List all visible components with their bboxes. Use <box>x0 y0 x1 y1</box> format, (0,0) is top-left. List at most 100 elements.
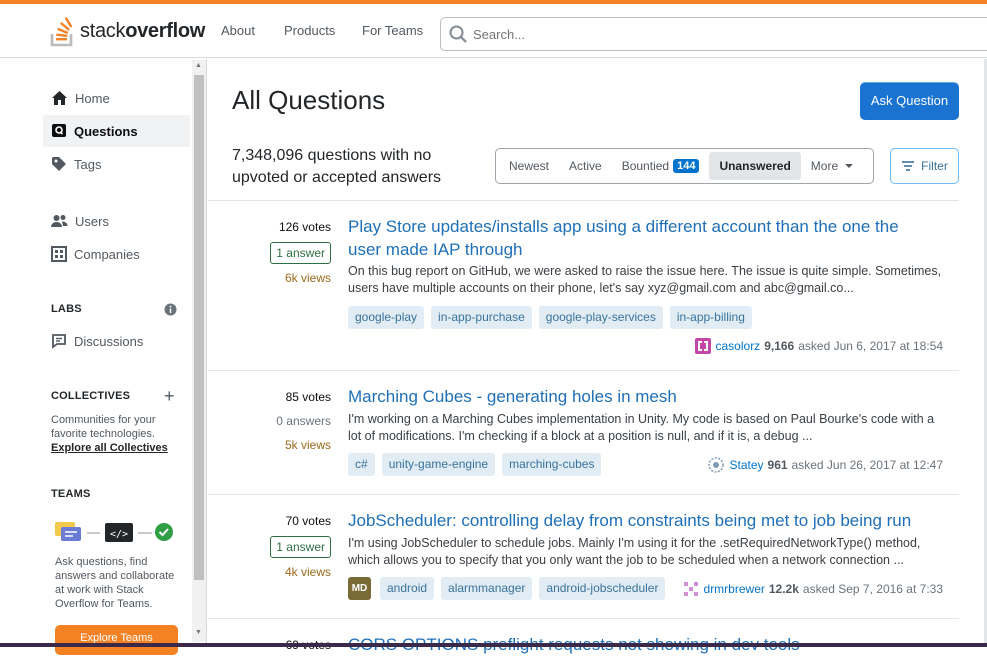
user-name-link[interactable]: drmrbrewer <box>704 582 765 596</box>
question-stats: 85 votes 0 answers 5k views <box>208 388 331 460</box>
user-reputation: 9,166 <box>764 339 795 353</box>
user-card: casolorz 9,166 asked Jun 6, 2017 at 18:5… <box>694 338 943 354</box>
tag-in-app-billing[interactable]: in-app-billing <box>669 306 752 329</box>
asked-time: asked Jun 6, 2017 at 18:54 <box>798 339 943 353</box>
view-count: 4k views <box>284 565 331 579</box>
tag-alarmmanager[interactable]: alarmmanager <box>441 577 533 600</box>
user-avatar-icon[interactable] <box>708 457 725 473</box>
sidebar-item-users[interactable]: Users <box>43 205 190 237</box>
search-input[interactable] <box>473 26 873 42</box>
user-name-link[interactable]: Statey <box>729 458 763 472</box>
search-icon <box>449 25 467 43</box>
add-collective-plus-icon[interactable]: + <box>164 386 175 407</box>
scroll-down-arrow-icon[interactable]: ▼ <box>195 629 202 636</box>
info-icon[interactable] <box>164 303 177 316</box>
question-stats: 69 votes <box>208 636 331 660</box>
tag-list: c# unity-game-engine marching-cubes <box>348 453 602 476</box>
sidebar-item-label: Users <box>75 213 109 229</box>
user-reputation: 12.2k <box>768 582 799 596</box>
nav-products[interactable]: Products <box>284 23 335 38</box>
users-icon <box>51 215 68 227</box>
tag-google-play[interactable]: google-play <box>348 306 425 329</box>
tab-unanswered[interactable]: Unanswered <box>709 152 801 180</box>
answer-count: 0 answers <box>276 414 331 428</box>
question-summary: 85 votes 0 answers 5k views Marching Cub… <box>208 371 959 495</box>
tab-label: Bountied <box>621 159 670 173</box>
sidebar-item-questions[interactable]: Questions <box>43 115 190 147</box>
question-summary: 70 votes 1 answer 4k views JobScheduler:… <box>208 495 959 619</box>
question-count: 7,348,096 questions with no upvoted or a… <box>232 147 442 186</box>
question-summary: 69 votes CORS OPTIONS preflight requests… <box>208 619 959 659</box>
caret-down-icon <box>845 164 854 168</box>
tab-label: More <box>810 159 839 173</box>
question-excerpt: On this bug report on GitHub, we were as… <box>348 264 942 295</box>
stackoverflow-logo[interactable]: stackoverflow <box>50 14 205 48</box>
question-title-link[interactable]: Play Store updates/installs app using a … <box>348 215 923 261</box>
user-card: drmrbrewer 12.2k asked Sep 7, 2016 at 7:… <box>682 581 943 597</box>
vote-count: 85 votes <box>285 390 331 404</box>
filter-button[interactable]: Filter <box>890 148 959 184</box>
sidebar-item-discussions[interactable]: Discussions <box>43 325 190 357</box>
tab-active[interactable]: Active <box>559 152 612 180</box>
tag-marching-cubes[interactable]: marching-cubes <box>502 453 602 476</box>
sidebar-item-label: Discussions <box>74 333 144 349</box>
question-title-link[interactable]: JobScheduler: controlling delay from con… <box>348 509 923 532</box>
discussions-icon <box>52 334 66 349</box>
bounty-count-badge: 144 <box>673 159 700 173</box>
sidebar-scrollbar-thumb[interactable] <box>194 75 204 580</box>
user-avatar-icon[interactable] <box>682 581 699 597</box>
tab-more[interactable]: More <box>801 152 866 180</box>
sidebar-item-tags[interactable]: Tags <box>43 148 190 180</box>
question-title-link[interactable]: Marching Cubes - generating holes in mes… <box>348 385 923 408</box>
tag-google-play-services[interactable]: google-play-services <box>538 306 663 329</box>
user-reputation: 961 <box>767 458 788 472</box>
search-box[interactable] <box>440 17 987 51</box>
question-summary: 126 votes 1 answer 6k views Play Store u… <box>208 201 959 371</box>
view-count: 6k views <box>284 271 331 285</box>
sidebar-item-label: Home <box>75 90 110 106</box>
explore-collectives-link[interactable]: Explore all Collectives <box>51 441 168 455</box>
question-stats: 126 votes 1 answer 6k views <box>208 218 331 293</box>
teams-description: Ask questions, find answers and collabor… <box>55 556 175 610</box>
nav-about[interactable]: About <box>221 23 255 38</box>
tab-label: Unanswered <box>719 159 791 173</box>
ask-question-button[interactable]: Ask Question <box>860 82 959 120</box>
user-avatar-icon[interactable] <box>694 338 711 354</box>
sidebar-item-home[interactable]: Home <box>43 82 190 114</box>
filter-icon <box>902 161 915 171</box>
explore-teams-button[interactable]: Explore Teams <box>55 625 178 655</box>
tag-list: google-play in-app-purchase google-play-… <box>348 306 752 329</box>
teams-heading: TEAMS <box>51 488 91 500</box>
home-icon <box>52 91 67 105</box>
answer-count: 1 answer <box>270 536 331 558</box>
asked-time: asked Sep 7, 2016 at 7:33 <box>802 582 943 596</box>
tab-bountied[interactable]: Bountied 144 <box>612 152 710 180</box>
user-avatar[interactable]: MD <box>348 577 371 600</box>
tag-csharp[interactable]: c# <box>348 453 375 476</box>
logo-text: stackoverflow <box>80 19 206 42</box>
nav-for-teams[interactable]: For Teams <box>362 23 423 38</box>
tag-in-app-purchase[interactable]: in-app-purchase <box>431 306 532 329</box>
asked-time: asked Jun 26, 2017 at 12:47 <box>791 458 943 472</box>
answer-count: 1 answer <box>270 242 331 264</box>
user-card: Statey 961 asked Jun 26, 2017 at 12:47 <box>708 457 943 473</box>
top-bar: stackoverflow About Products For Teams <box>0 4 987 58</box>
question-excerpt: I'm working on a Marching Cubes implemen… <box>348 412 935 443</box>
sidebar-item-companies[interactable]: Companies <box>43 238 190 270</box>
tag-unity-game-engine[interactable]: unity-game-engine <box>381 453 496 476</box>
svg-text:</>: </> <box>110 529 128 540</box>
companies-icon <box>51 246 67 262</box>
user-name-link[interactable]: casolorz <box>716 339 761 353</box>
teams-illustration-icon: </> <box>55 522 173 542</box>
labs-heading: LABS <box>51 303 82 315</box>
tag-android[interactable]: android <box>380 577 435 600</box>
tag-icon <box>52 157 66 171</box>
vote-count: 126 votes <box>278 220 331 234</box>
collectives-description: Communities for your favorite technologi… <box>51 414 156 440</box>
sort-filter-group: Newest Active Bountied 144 Unanswered Mor… <box>495 148 874 184</box>
tag-list: android alarmmanager android-jobschedule… <box>380 577 666 600</box>
scroll-up-arrow-icon[interactable]: ▲ <box>195 62 202 69</box>
view-count: 5k views <box>284 438 331 452</box>
tab-newest[interactable]: Newest <box>499 152 559 180</box>
tag-android-jobscheduler[interactable]: android-jobscheduler <box>539 577 666 600</box>
